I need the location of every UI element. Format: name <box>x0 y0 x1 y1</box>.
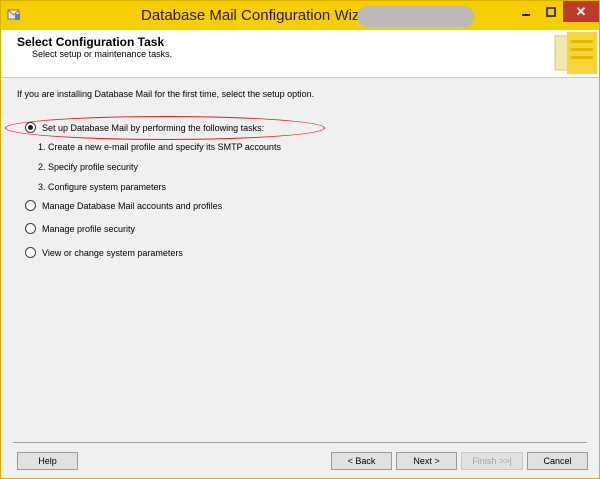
back-button[interactable]: < Back <box>331 452 392 470</box>
setup-step: 2. Specify profile security <box>38 162 139 172</box>
wizard-banner-graphic <box>549 30 599 77</box>
option-label: Manage Database Mail accounts and profil… <box>42 200 223 211</box>
option-manage-profile-security[interactable]: Manage profile security <box>25 223 135 234</box>
cancel-button[interactable]: Cancel <box>527 452 588 470</box>
option-setup-database-mail[interactable]: Set up Database Mail by performing the f… <box>25 122 264 133</box>
minimize-button[interactable] <box>513 1 538 22</box>
setup-step: 3. Configure system parameters <box>38 182 167 192</box>
option-manage-accounts-profiles[interactable]: Manage Database Mail accounts and profil… <box>25 200 222 211</box>
maximize-button[interactable] <box>538 1 563 22</box>
intro-text: If you are installing Database Mail for … <box>17 89 315 99</box>
wizard-window: Database Mail Configuration Wizard - ✕ S… <box>0 0 600 479</box>
footer-divider <box>13 442 587 443</box>
minimize-icon <box>521 13 530 16</box>
page-subtitle: Select setup or maintenance tasks. <box>32 49 173 59</box>
radio-button[interactable] <box>25 200 36 211</box>
finish-button: Finish >>| <box>461 452 523 470</box>
radio-button[interactable] <box>25 223 36 234</box>
help-button[interactable]: Help <box>17 452 78 470</box>
redacted-server-name <box>357 6 474 27</box>
page-title: Select Configuration Task <box>17 35 165 49</box>
close-button[interactable]: ✕ <box>563 1 599 22</box>
maximize-icon <box>545 6 556 17</box>
option-label: View or change system parameters <box>42 247 183 258</box>
radio-button-selected[interactable] <box>25 122 36 133</box>
option-system-parameters[interactable]: View or change system parameters <box>25 247 183 258</box>
option-label: Manage profile security <box>42 223 136 234</box>
next-button[interactable]: Next > <box>396 452 457 470</box>
window-title: Database Mail Configuration Wizard - <box>141 7 391 24</box>
wizard-header: Select Configuration Task Select setup o… <box>1 30 599 78</box>
title-bar[interactable]: Database Mail Configuration Wizard - ✕ <box>1 1 599 30</box>
radio-button[interactable] <box>25 247 36 258</box>
option-label: Set up Database Mail by performing the f… <box>42 122 265 133</box>
close-icon: ✕ <box>575 3 587 19</box>
setup-step: 1. Create a new e-mail profile and speci… <box>38 142 281 152</box>
database-mail-app-icon <box>7 9 20 20</box>
